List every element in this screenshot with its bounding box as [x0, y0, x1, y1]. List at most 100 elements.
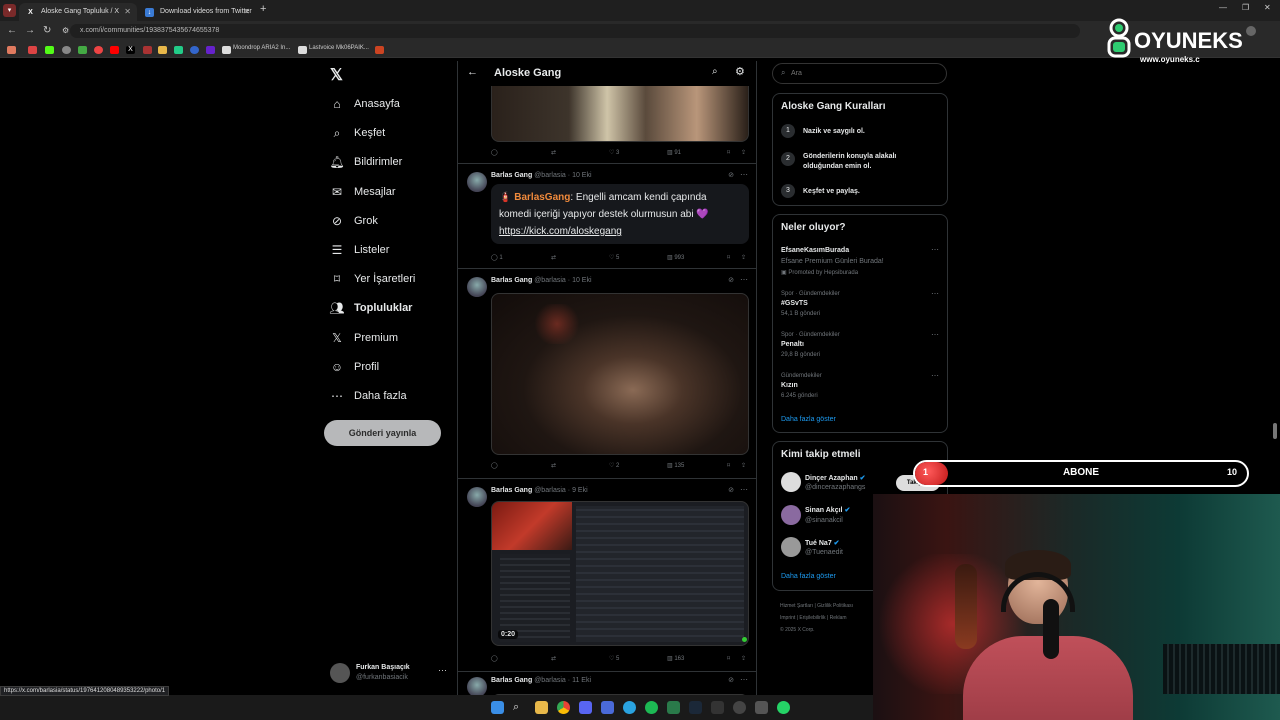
avatar[interactable]	[467, 172, 487, 192]
tab-aloske-gang[interactable]: X Aloske Gang Topluluk / X ✕	[19, 3, 137, 21]
tab-download-videos[interactable]: ↓ Download videos from Twitter ✕	[138, 3, 256, 21]
new-tab-button[interactable]: +	[260, 3, 266, 15]
grok-icon[interactable]: ⊘	[728, 171, 734, 179]
x-bookmark-icon[interactable]: X	[126, 46, 135, 54]
follow-avatar[interactable]	[781, 472, 801, 492]
spotify-icon[interactable]	[645, 701, 658, 714]
sidebar-item-x[interactable]: 𝕏 Premium	[330, 327, 398, 349]
footer-link[interactable]: Gizlilik Politikası	[817, 603, 853, 609]
post-author[interactable]: Barlas Gang @barlasia · 11 Eki	[491, 677, 591, 684]
reload-icon[interactable]: ↻	[43, 25, 51, 37]
trend-name[interactable]: #GSvTS	[781, 300, 808, 307]
share-icon[interactable]: ⇪	[741, 149, 746, 156]
reply-icon[interactable]: ◯	[491, 462, 498, 469]
url-field[interactable]: x.com/i/communities/1938375435674655378	[70, 24, 1080, 38]
post-link[interactable]: https://kick.com/aloskegang	[499, 226, 622, 237]
bookmark-icon-5[interactable]	[174, 46, 183, 54]
site-info-icon[interactable]: ⚙	[62, 25, 69, 37]
steam-icon[interactable]	[689, 701, 702, 714]
trend-more-icon[interactable]: ⋯	[931, 330, 939, 339]
post-button[interactable]: Gönderi yayınla	[324, 420, 441, 446]
post-1[interactable]: Barlas Gang @barlasia · 10 Eki ⊘ ⋯ 🧯 Bar…	[458, 164, 756, 269]
sidebar-item-more[interactable]: ⋯ Daha fazla	[330, 385, 407, 407]
browser-menu-icon[interactable]: ▾	[3, 4, 16, 17]
footer-link[interactable]: Hizmet Şartları	[780, 603, 813, 609]
views-icon[interactable]: ▥ 135	[667, 462, 684, 469]
telegram-icon[interactable]	[623, 701, 636, 714]
avatar[interactable]	[467, 487, 487, 507]
follow-avatar[interactable]	[781, 505, 801, 525]
community-settings-icon[interactable]: ⚙	[735, 65, 745, 78]
more-icon[interactable]: ⋯	[740, 170, 748, 179]
app-icon-4[interactable]	[755, 701, 768, 714]
grok-icon[interactable]: ⊘	[728, 486, 734, 494]
chrome-icon[interactable]	[557, 701, 570, 714]
account-switcher[interactable]: Furkan Başıaçık @furkanbasiacik ⋯	[330, 661, 450, 687]
youtube-bookmark-icon[interactable]	[110, 46, 119, 54]
repost-icon[interactable]: ⇄	[551, 462, 556, 469]
close-tab-icon[interactable]: ✕	[243, 7, 250, 16]
search-input[interactable]	[791, 67, 941, 80]
views-icon[interactable]: ▥ 993	[667, 254, 684, 261]
follow-avatar[interactable]	[781, 537, 801, 557]
post-author[interactable]: Barlas Gang @barlasia · 10 Eki	[491, 277, 592, 284]
sidebar-item-bookmark[interactable]: ⌑ Yer İşaretleri	[330, 268, 415, 290]
sidebar-item-list[interactable]: ☰ Listeler	[330, 239, 390, 261]
post-video[interactable]: 0:20	[491, 501, 749, 646]
bookmark-icon-3[interactable]	[94, 46, 103, 54]
trend-name[interactable]: EfsaneKasımBurada	[781, 247, 849, 254]
follow-name[interactable]: Sinan Akçıl ✔	[805, 506, 850, 514]
repost-icon[interactable]: ⇄	[551, 149, 556, 156]
more-icon[interactable]: ⋯	[740, 485, 748, 494]
avatar[interactable]	[467, 277, 487, 297]
lastvoice-bookmark-icon[interactable]	[298, 46, 307, 54]
reply-icon[interactable]: ◯ 1	[491, 254, 503, 261]
lastvoice-bookmark[interactable]: Lastvoice Mk06PAIK...	[309, 45, 369, 51]
close-window-icon[interactable]: ✕	[1264, 3, 1271, 12]
views-icon[interactable]: ▥ 163	[667, 655, 684, 662]
account-more-icon[interactable]: ⋯	[438, 665, 447, 676]
quoted-message[interactable]: 🧯 BarlasGang: Engelli amcam kendi çapınd…	[491, 184, 749, 244]
show-more-trends-link[interactable]: Daha fazla göster	[781, 416, 836, 423]
apps-icon[interactable]	[7, 46, 16, 54]
bookmark-icon-4[interactable]	[143, 46, 152, 54]
folder-bookmark-icon[interactable]	[158, 46, 167, 54]
post-author[interactable]: Barlas Gang @barlasia · 10 Eki	[491, 172, 592, 179]
back-icon[interactable]: ←	[7, 25, 17, 37]
forward-icon[interactable]: →	[25, 25, 35, 37]
footer-link[interactable]: Erişilebilirlik	[799, 615, 825, 621]
browser-profile-icon[interactable]	[1246, 26, 1256, 36]
sidebar-item-user[interactable]: ☺ Profil	[330, 356, 379, 378]
app-icon-3[interactable]	[711, 701, 724, 714]
more-icon[interactable]: ⋯	[740, 275, 748, 284]
moondrop-bookmark-icon[interactable]	[222, 46, 231, 54]
trend-more-icon[interactable]: ⋯	[931, 245, 939, 254]
post-3[interactable]: Barlas Gang @barlasia · 9 Eki ⊘ ⋯ 0:20 ◯…	[458, 479, 756, 672]
bookmark-icon-8[interactable]	[375, 46, 384, 54]
bookmark-icon-7[interactable]	[206, 46, 215, 54]
discord-icon[interactable]	[579, 701, 592, 714]
sidebar-item-mail[interactable]: ✉ Mesajlar	[330, 181, 396, 203]
moondrop-bookmark[interactable]: Moondrop ARIA2 In...	[233, 45, 290, 51]
mention-name[interactable]: BarlasGang	[514, 192, 570, 203]
post-author[interactable]: Barlas Gang @barlasia · 9 Eki	[491, 487, 588, 494]
views-icon[interactable]: ▥ 91	[667, 149, 681, 156]
restore-icon[interactable]: ❐	[1242, 3, 1249, 12]
footer-link[interactable]: Imprint	[780, 615, 795, 621]
app-icon-2[interactable]	[667, 701, 680, 714]
gmail-bookmark-icon[interactable]	[28, 46, 37, 54]
kick-bookmark-icon[interactable]	[45, 46, 54, 54]
whatsapp-icon[interactable]	[777, 701, 790, 714]
repost-icon[interactable]: ⇄	[551, 655, 556, 662]
post-image[interactable]	[491, 86, 749, 142]
bookmark-icon-6[interactable]	[190, 46, 199, 54]
more-icon[interactable]: ⋯	[740, 675, 748, 684]
page-scrollbar[interactable]	[1273, 423, 1277, 439]
bookmark-post-icon[interactable]: ⌑	[727, 655, 730, 662]
file-explorer-icon[interactable]	[535, 701, 548, 714]
community-search-icon[interactable]: ⌕	[712, 66, 718, 77]
bookmark-icon-1[interactable]	[62, 46, 71, 54]
repost-icon[interactable]: ⇄	[551, 254, 556, 261]
sidebar-item-home[interactable]: ⌂ Anasayfa	[330, 93, 400, 115]
obs-icon[interactable]	[733, 701, 746, 714]
